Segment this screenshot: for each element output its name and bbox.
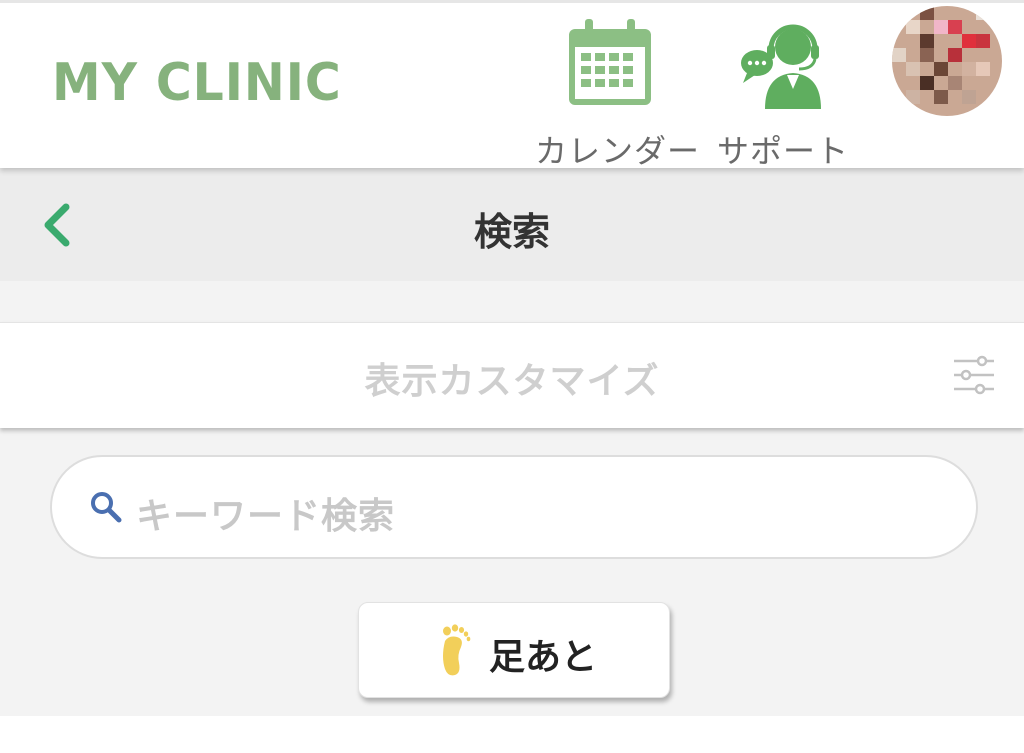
support-button[interactable]: サポート bbox=[708, 13, 858, 170]
user-avatar[interactable] bbox=[892, 6, 1002, 116]
calendar-icon bbox=[565, 17, 655, 113]
support-label: サポート bbox=[716, 132, 849, 170]
filter-sliders-icon bbox=[952, 355, 996, 399]
app-logo[interactable]: MY CLINIC bbox=[52, 53, 342, 113]
headset-support-icon bbox=[733, 17, 833, 117]
footprint-button[interactable]: 足あと bbox=[358, 602, 670, 698]
footprint-icon bbox=[433, 623, 473, 683]
bottom-area bbox=[0, 716, 1024, 753]
display-customize-button[interactable]: 表示カスタマイズ bbox=[0, 322, 1024, 428]
title-bar: 検索 bbox=[0, 168, 1024, 281]
display-customize-label: 表示カスタマイズ bbox=[364, 361, 660, 402]
search-placeholder: キーワード検索 bbox=[136, 496, 396, 537]
page-title: 検索 bbox=[473, 210, 550, 254]
app-header: MY CLINIC カレンダー サポート bbox=[0, 0, 1024, 170]
keyword-search-input[interactable]: キーワード検索 bbox=[50, 455, 978, 559]
search-icon bbox=[88, 489, 124, 529]
page: MY CLINIC カレンダー サポート 検索 表示カスタマイズ キーワード検索… bbox=[0, 0, 1024, 753]
footprint-label: 足あと bbox=[489, 637, 598, 678]
calendar-button[interactable]: カレンダー bbox=[535, 13, 699, 170]
calendar-label: カレンダー bbox=[535, 132, 701, 170]
